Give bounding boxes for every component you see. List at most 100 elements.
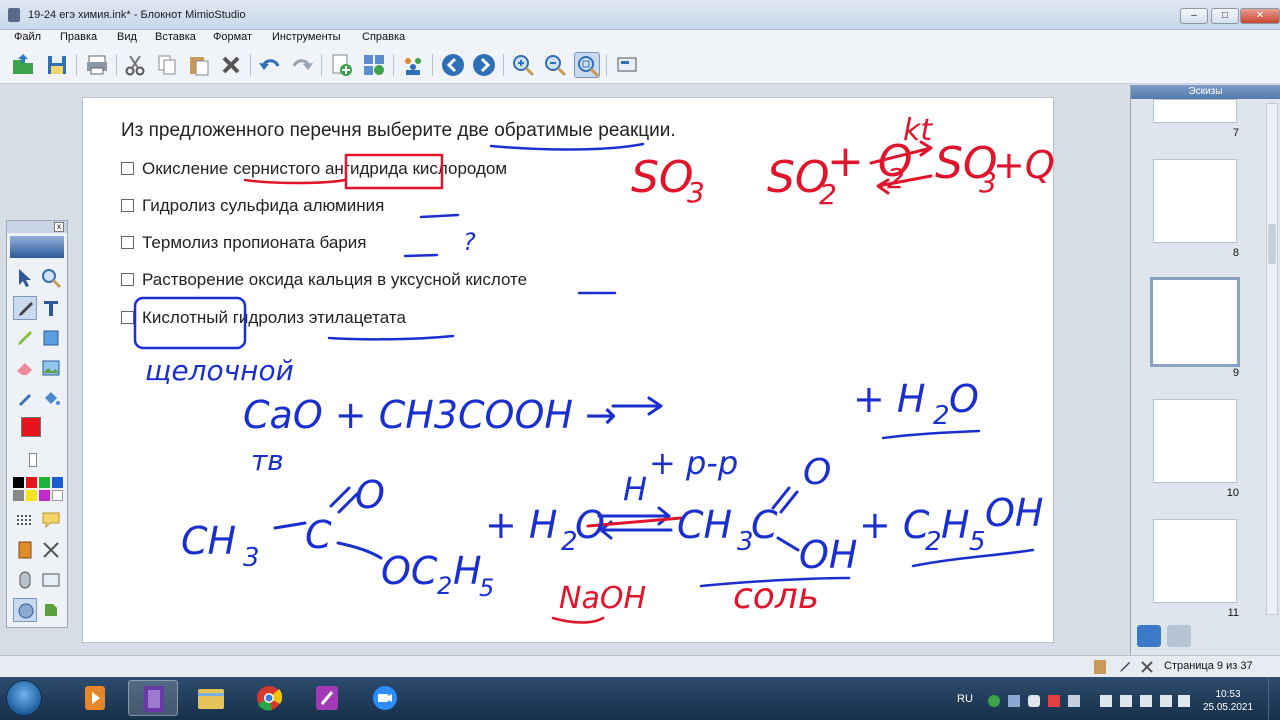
show-desktop-button[interactable]: [1268, 677, 1280, 720]
paste-icon[interactable]: [186, 52, 212, 78]
menu-view[interactable]: Вид: [117, 31, 137, 43]
print-icon[interactable]: [84, 52, 110, 78]
line-style-icon[interactable]: [13, 508, 37, 532]
tray-app-icon[interactable]: [1100, 695, 1112, 707]
ink-plus-q: +Q: [993, 143, 1055, 187]
collaboration-icon[interactable]: [400, 52, 426, 78]
flip-icon[interactable]: [39, 598, 63, 622]
color-white[interactable]: [52, 490, 63, 501]
minimize-button[interactable]: –: [1180, 8, 1208, 24]
menu-format[interactable]: Формат: [213, 31, 252, 43]
color-gray[interactable]: [13, 490, 24, 501]
thumbnail-10[interactable]: [1153, 399, 1237, 483]
scrollbar-thumb[interactable]: [1268, 224, 1276, 264]
redo-icon[interactable]: [289, 52, 315, 78]
thumbnail-7[interactable]: [1153, 99, 1237, 123]
comment-icon[interactable]: [39, 508, 63, 532]
taskbar-media-player-icon[interactable]: [70, 680, 120, 716]
text-tool-icon[interactable]: [39, 296, 63, 320]
tray-device-icon[interactable]: [1008, 695, 1020, 707]
maximize-button[interactable]: □: [1211, 8, 1239, 24]
display-settings-icon[interactable]: [614, 52, 640, 78]
tray-phone-icon[interactable]: [1140, 695, 1152, 707]
taskbar-mimio-notebook-icon[interactable]: [128, 680, 178, 716]
screen-shade-icon[interactable]: [13, 538, 37, 562]
new-page-icon[interactable]: [329, 52, 355, 78]
notebook-icon[interactable]: [1094, 660, 1106, 674]
image-tool-icon[interactable]: [39, 356, 63, 380]
menu-edit[interactable]: Правка: [60, 31, 97, 43]
status-bar: Страница 9 из 37: [0, 655, 1280, 677]
pen-tool-icon[interactable]: [13, 296, 37, 320]
ink-underline-naoh: [551, 616, 605, 624]
language-indicator[interactable]: RU: [957, 693, 973, 705]
delete-icon[interactable]: [218, 52, 244, 78]
notebook-page[interactable]: Из предложенного перечня выберите две об…: [82, 97, 1055, 643]
ink-ester-ch: CH: [181, 519, 236, 563]
volume-icon[interactable]: [1028, 695, 1040, 707]
clock[interactable]: 10:53 25.05.2021: [1198, 688, 1258, 714]
fill-tool-icon[interactable]: [39, 386, 63, 410]
ink-layer: SO 3 SO 2 + O 2 SO 3 +Q kt соль NaOH ? щ…: [133, 113, 1055, 624]
tray-alert-icon[interactable]: [1048, 695, 1060, 707]
menu-tools[interactable]: Инструменты: [272, 31, 341, 43]
thumbnail-11[interactable]: [1153, 519, 1237, 603]
color-green[interactable]: [39, 477, 50, 488]
recorder-icon[interactable]: [13, 568, 37, 592]
zoom-out-icon[interactable]: [542, 52, 568, 78]
select-arrow-icon[interactable]: [13, 266, 37, 290]
ink-plus-h2o-h: + H: [485, 503, 558, 547]
previous-page-icon[interactable]: [440, 52, 466, 78]
sidebar-scrollbar[interactable]: [1266, 103, 1278, 615]
taskbar-chrome-icon[interactable]: [244, 680, 294, 716]
menu-file[interactable]: Файл: [14, 31, 41, 43]
ink-box-angidrida: [344, 153, 444, 190]
highlighter-icon[interactable]: [13, 326, 37, 350]
taskbar-onenote-icon[interactable]: [302, 680, 352, 716]
shape-tool-icon[interactable]: [39, 326, 63, 350]
menu-insert[interactable]: Вставка: [155, 31, 196, 43]
network-icon[interactable]: [1068, 695, 1080, 707]
tray-flag-icon[interactable]: [1178, 695, 1190, 707]
color-black[interactable]: [13, 477, 24, 488]
menu-help[interactable]: Справка: [362, 31, 405, 43]
close-button[interactable]: ✕: [1240, 8, 1280, 24]
open-folder-icon[interactable]: [10, 52, 36, 78]
thumbnails-tab-icon[interactable]: [1137, 625, 1161, 647]
undo-icon[interactable]: [257, 52, 283, 78]
pen-status-icon[interactable]: [1118, 660, 1132, 674]
ink-underline-sernistogo: [243, 178, 347, 185]
spotlight-icon[interactable]: [39, 538, 63, 562]
taskbar-zoom-icon[interactable]: [360, 680, 410, 716]
gallery-icon[interactable]: [39, 568, 63, 592]
palette-close-icon[interactable]: x: [54, 222, 64, 232]
fit-page-icon[interactable]: [574, 52, 600, 78]
taskbar: RU 10:53 25.05.2021: [0, 677, 1280, 720]
save-icon[interactable]: [44, 52, 70, 78]
current-color-swatch[interactable]: [21, 417, 41, 437]
eraser-icon[interactable]: [13, 356, 37, 380]
color-purple[interactable]: [39, 490, 50, 501]
tray-sync-icon[interactable]: [1160, 695, 1172, 707]
color-red[interactable]: [26, 477, 37, 488]
tray-check-icon[interactable]: [988, 695, 1000, 707]
thumbnail-9-selected[interactable]: [1150, 277, 1240, 367]
tools-status-icon[interactable]: [1140, 660, 1154, 674]
next-page-icon[interactable]: [471, 52, 497, 78]
cut-icon[interactable]: [122, 52, 148, 78]
ink-ester-o: O: [355, 473, 385, 517]
thickness-slider[interactable]: [29, 453, 37, 467]
color-yellow[interactable]: [26, 490, 37, 501]
taskbar-explorer-icon[interactable]: [186, 680, 236, 716]
zoom-tool-icon[interactable]: [39, 266, 63, 290]
start-button[interactable]: [6, 680, 42, 716]
copy-icon[interactable]: [154, 52, 180, 78]
tray-keyboard-icon[interactable]: [1120, 695, 1132, 707]
thumbnail-8[interactable]: [1153, 159, 1237, 243]
color-blue[interactable]: [52, 477, 63, 488]
gallery-tab-icon[interactable]: [1167, 625, 1191, 647]
insert-page-icon[interactable]: [361, 52, 387, 78]
desktop-mode-icon[interactable]: [13, 598, 37, 622]
zoom-in-icon[interactable]: [510, 52, 536, 78]
color-picker-icon[interactable]: [13, 386, 37, 410]
